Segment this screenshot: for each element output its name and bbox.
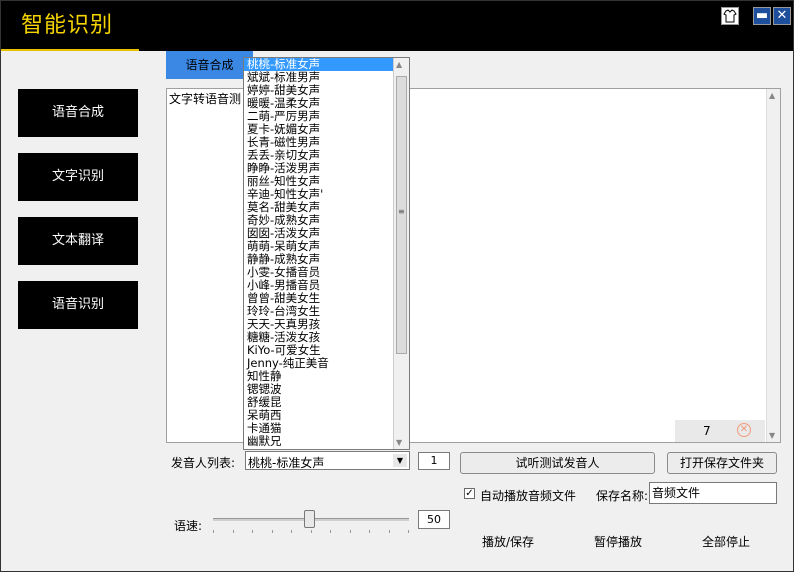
- app-title: 智能识别: [1, 1, 139, 51]
- speaker-option[interactable]: 幽默兄: [244, 435, 409, 448]
- speaker-options: 桃桃-标准女声 斌斌-标准男声 婷婷-甜美女声 暖暖-温柔女声 二萌-严厉男声 夏卡-妩媚…: [244, 58, 409, 448]
- speed-slider-ticks: [213, 530, 409, 534]
- count-field[interactable]: 1: [418, 452, 450, 470]
- slider-tick: [330, 530, 331, 533]
- speaker-select[interactable]: 桃桃-标准女声 ▼: [245, 451, 410, 470]
- shirt-icon[interactable]: [721, 7, 739, 25]
- text-scrollbar[interactable]: ▲ ▼: [766, 89, 780, 442]
- speaker-label: 发音人列表:: [171, 456, 236, 470]
- slider-tick: [291, 530, 292, 533]
- app-window: 智能识别 ▬ ✕ 祝大家新年快乐。 语音合成 文字识别 文本翻译 语音识别 语音…: [0, 0, 794, 572]
- dropdown-scrollbar[interactable]: ▲ ≡ ▼: [393, 58, 409, 449]
- slider-tick: [252, 530, 253, 533]
- slider-tick: [369, 530, 370, 533]
- speed-label: 语速:: [174, 519, 203, 533]
- char-count: 7: [703, 424, 711, 438]
- chevron-down-icon[interactable]: ▼: [393, 454, 407, 467]
- minimize-button[interactable]: ▬: [753, 7, 771, 25]
- dropdown-scroll-up-icon[interactable]: ▲: [396, 60, 402, 69]
- tab-speech-synthesis[interactable]: 语音合成: [166, 51, 253, 79]
- slider-tick: [349, 530, 351, 533]
- speaker-selected-value: 桃桃-标准女声: [248, 456, 325, 470]
- text-input-value: 文字转语音测: [169, 92, 242, 106]
- pause-button[interactable]: 暂停播放: [594, 533, 642, 550]
- test-speaker-button[interactable]: 试听测试发音人: [460, 452, 655, 474]
- speed-value-field[interactable]: 50: [418, 510, 450, 529]
- slider-tick: [408, 530, 409, 533]
- dropdown-scroll-thumb[interactable]: ≡: [396, 76, 407, 354]
- save-name-label: 保存名称:: [596, 489, 649, 503]
- scroll-down-icon[interactable]: ▼: [769, 431, 775, 440]
- dropdown-scroll-down-icon[interactable]: ▼: [396, 438, 402, 447]
- slider-tick: [232, 530, 234, 533]
- sidebar-item-speech-synthesis[interactable]: 语音合成: [18, 89, 138, 137]
- speaker-dropdown-list[interactable]: 桃桃-标准女声 斌斌-标准男声 婷婷-甜美女声 暖暖-温柔女声 二萌-严厉男声 夏卡-妩媚…: [243, 57, 410, 450]
- open-folder-button[interactable]: 打开保存文件夹: [667, 452, 777, 474]
- slider-tick: [213, 530, 214, 533]
- autoplay-checkbox[interactable]: ✓: [464, 488, 475, 499]
- sidebar-item-text-recognition[interactable]: 文字识别: [18, 153, 138, 201]
- sidebar-item-text-translation[interactable]: 文本翻译: [18, 217, 138, 265]
- speed-slider-thumb[interactable]: [304, 510, 315, 528]
- close-button[interactable]: ✕: [773, 7, 791, 25]
- grip-icon: ≡: [398, 207, 405, 216]
- greeting-text: 祝大家新年快乐。: [511, 36, 608, 50]
- slider-tick: [388, 530, 390, 533]
- char-counter-area: 7 ✕: [675, 420, 765, 442]
- scroll-up-icon[interactable]: ▲: [769, 91, 775, 100]
- autoplay-label: 自动播放音频文件: [480, 489, 577, 503]
- sidebar-item-speech-recognition[interactable]: 语音识别: [18, 281, 138, 329]
- save-name-input[interactable]: 音频文件: [649, 482, 777, 504]
- play-save-button[interactable]: 播放/保存: [482, 533, 534, 550]
- stop-all-button[interactable]: 全部停止: [702, 533, 750, 550]
- slider-tick: [310, 530, 312, 533]
- slider-tick: [271, 530, 273, 533]
- clear-icon[interactable]: ✕: [737, 423, 751, 437]
